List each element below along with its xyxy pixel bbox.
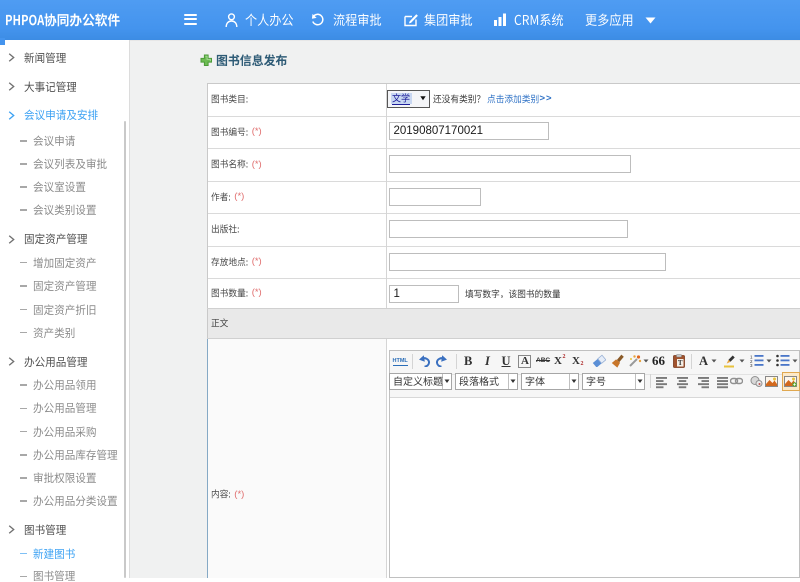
svg-text:T: T [678,359,683,367]
svg-text:3: 3 [750,363,753,367]
